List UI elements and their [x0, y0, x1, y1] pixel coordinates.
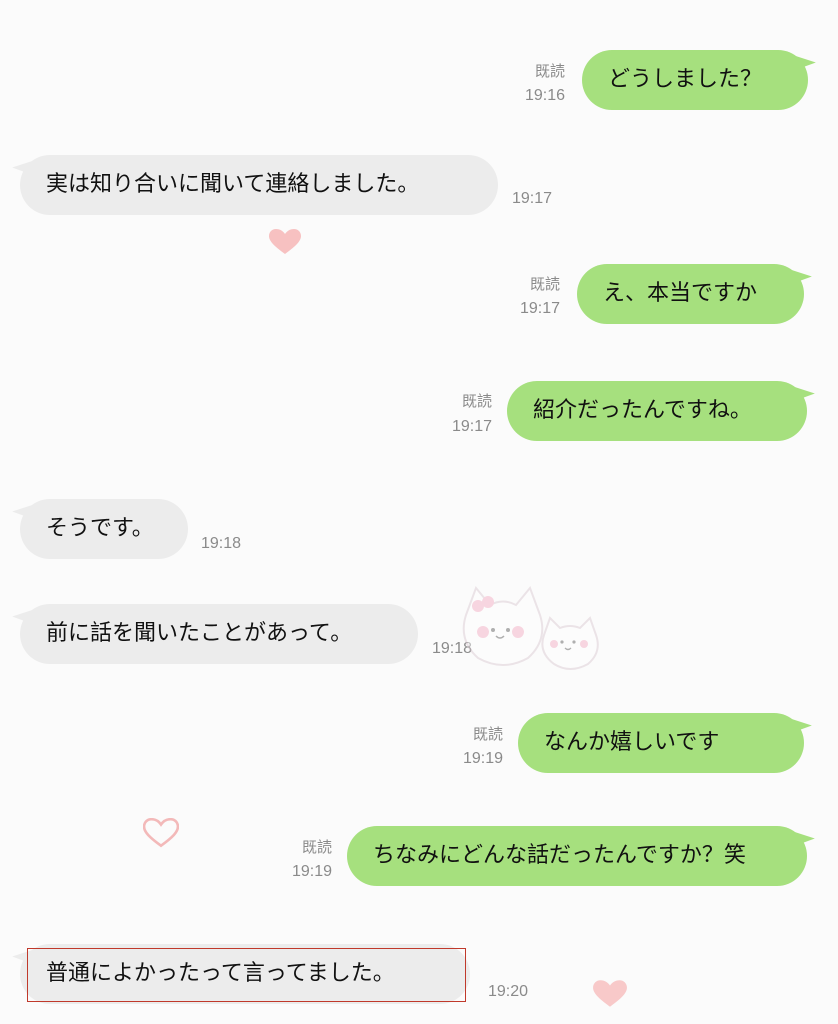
- message-time: 19:17: [512, 190, 553, 207]
- message-bubble[interactable]: そうです。: [20, 499, 188, 559]
- message-bubble[interactable]: ちなみにどんな話だったんですか？笑: [347, 826, 807, 886]
- heart-icon: [593, 980, 627, 1007]
- message-time: 19:18: [432, 640, 473, 657]
- message-time: 19:17: [519, 300, 560, 317]
- read-receipt: 既読: [472, 726, 503, 743]
- message-bubble[interactable]: え、本当ですか: [577, 264, 804, 324]
- message-time: 19:19: [291, 863, 332, 880]
- message-bubble[interactable]: 実は知り合いに聞いて連絡しました。: [20, 155, 498, 215]
- read-receipt: 既読: [461, 393, 492, 410]
- read-receipt: 既読: [534, 63, 565, 80]
- message-bubble[interactable]: どうしました？: [582, 50, 808, 110]
- read-receipt: 既読: [529, 276, 560, 293]
- message-time: 19:18: [201, 535, 242, 552]
- message-bubble[interactable]: なんか嬉しいです: [518, 713, 804, 773]
- read-receipt: 既読: [301, 839, 332, 856]
- heart-icon: [143, 818, 179, 848]
- cat-sticker-icon: [462, 586, 599, 670]
- heart-icon: [269, 229, 301, 254]
- message-time: 19:19: [462, 750, 503, 767]
- chat-view: 既読 19:16 どうしました？ 実は知り合いに聞いて連絡しました。 19:17…: [0, 0, 838, 1024]
- message-bubble[interactable]: 紹介だったんですね。: [507, 381, 807, 441]
- highlight-box: [27, 948, 466, 1002]
- message-time: 19:17: [451, 418, 492, 435]
- message-bubble[interactable]: 前に話を聞いたことがあって。: [20, 604, 418, 664]
- message-time: 19:20: [488, 983, 529, 1000]
- message-time: 19:16: [524, 87, 565, 104]
